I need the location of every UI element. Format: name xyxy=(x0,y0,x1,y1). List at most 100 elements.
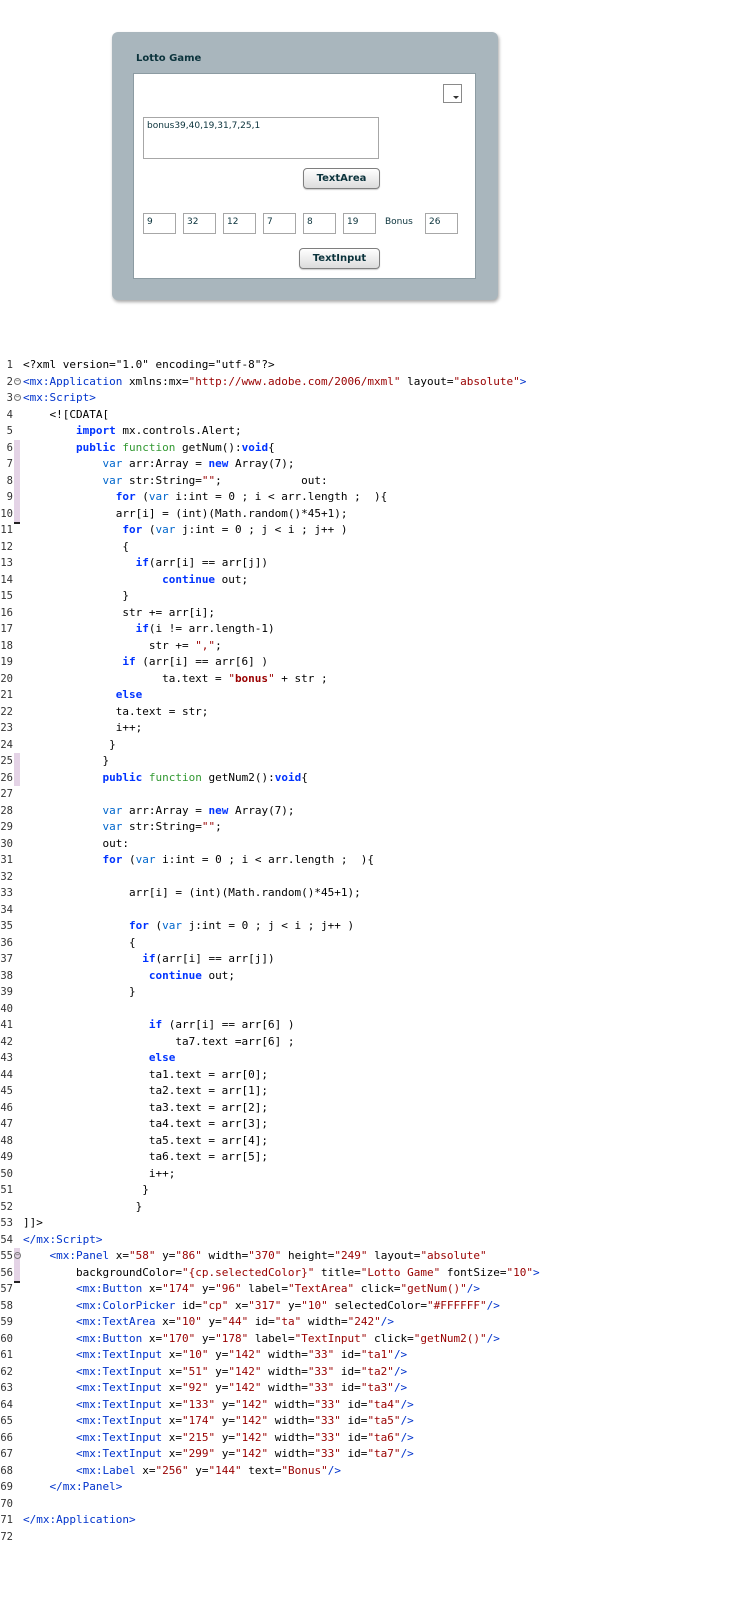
code-text: } xyxy=(23,589,129,602)
line-number: 33 xyxy=(0,887,13,899)
line-number: 42 xyxy=(0,1035,13,1048)
code-text: i++; xyxy=(23,721,143,734)
line-number: 16 xyxy=(0,606,13,619)
code-line: 8 var str:String=""; out: xyxy=(0,472,750,489)
code-line: 32 xyxy=(0,869,750,886)
gutter-marker xyxy=(14,1199,20,1216)
number-input-4[interactable]: 7 xyxy=(263,213,296,234)
code-line: 35 for (var j:int = 0 ; j < i ; j++ ) xyxy=(0,918,750,935)
line-number: 39 xyxy=(0,986,13,998)
gutter-marker xyxy=(14,588,20,605)
code-text: arr[i] = (int)(Math.random()*45+1); xyxy=(23,886,361,899)
gutter-marker xyxy=(14,572,20,589)
line-number: 59 xyxy=(0,1316,13,1328)
gutter-marker xyxy=(14,1446,20,1463)
code-line: 55− <mx:Panel x="58" y="86" width="370" … xyxy=(0,1248,750,1265)
gutter-marker xyxy=(14,1182,20,1199)
line-number: 36 xyxy=(0,936,13,949)
number-input-3[interactable]: 12 xyxy=(223,213,256,234)
gutter-marker xyxy=(14,704,20,721)
code-line: 63 <mx:TextInput x="92" y="142" width="3… xyxy=(0,1380,750,1397)
code-text: </mx:Script> xyxy=(23,1232,103,1246)
number-input-5[interactable]: 8 xyxy=(303,213,336,234)
code-text: continue out; xyxy=(148,968,235,982)
number-input-1[interactable]: 9 xyxy=(143,213,176,234)
gutter-marker xyxy=(14,918,20,935)
gutter-marker xyxy=(14,1083,20,1100)
code-line: 16 str += arr[i]; xyxy=(0,605,750,622)
textinput-button[interactable]: TextInput xyxy=(299,248,380,269)
code-text: <mx:TextInput x="51" y="142" width="33" … xyxy=(75,1364,408,1378)
gutter-marker xyxy=(14,869,20,886)
bonus-label: Bonus xyxy=(385,217,413,227)
code-line: 21 else xyxy=(0,687,750,704)
result-textarea[interactable]: bonus39,40,19,31,7,25,1 xyxy=(143,117,379,159)
gutter-marker xyxy=(14,1479,20,1496)
code-line: 20 ta.text = "bonus" + str ; xyxy=(0,671,750,688)
gutter-marker xyxy=(14,1034,20,1051)
code-line: 14 continue out; xyxy=(0,572,750,589)
line-number: 18 xyxy=(0,639,13,652)
line-number: 30 xyxy=(0,837,13,850)
code-text: </mx:Panel> xyxy=(49,1480,123,1493)
gutter-marker xyxy=(14,803,20,820)
gutter-marker xyxy=(14,984,20,1001)
code-line: 52 } xyxy=(0,1199,750,1216)
code-line: 1 <?xml version="1.0" encoding="utf-8"?> xyxy=(0,357,750,374)
line-number: 14 xyxy=(0,573,13,586)
textarea-button[interactable]: TextArea xyxy=(303,168,380,189)
code-line: 31 for (var i:int = 0 ; i < arr.length ;… xyxy=(0,852,750,869)
code-text: var arr:Array = new Array(7); xyxy=(102,803,295,817)
fold-toggle-icon[interactable]: − xyxy=(14,394,21,401)
code-text: continue out; xyxy=(162,572,249,586)
code-text: i++; xyxy=(23,1166,176,1180)
code-line: 28 var arr:Array = new Array(7); xyxy=(0,803,750,820)
code-text: out: xyxy=(23,836,129,850)
code-line: 46 ta3.text = arr[2]; xyxy=(0,1100,750,1117)
color-picker[interactable] xyxy=(443,84,462,103)
code-line: 23 i++; xyxy=(0,720,750,737)
line-number: 40 xyxy=(0,1002,13,1015)
line-number: 27 xyxy=(0,788,13,800)
number-input-6[interactable]: 19 xyxy=(343,213,376,234)
number-input-2[interactable]: 32 xyxy=(183,213,216,234)
code-text: else xyxy=(115,688,143,701)
gutter-marker xyxy=(14,1430,20,1447)
code-line: 53]]> xyxy=(0,1215,750,1232)
fold-toggle-icon[interactable]: − xyxy=(14,377,21,385)
line-number: 47 xyxy=(0,1118,13,1130)
code-line: 60 <mx:Button x="170" y="178" label="Tex… xyxy=(0,1331,750,1348)
fold-toggle-icon[interactable]: − xyxy=(14,1252,21,1259)
gutter-marker xyxy=(14,1050,20,1067)
chevron-down-icon xyxy=(453,96,459,99)
gutter-marker xyxy=(14,1133,20,1150)
gutter-marker xyxy=(14,423,20,440)
line-number: 10 xyxy=(0,507,13,520)
line-number: 57 xyxy=(0,1283,13,1295)
code-text: <mx:TextInput x="299" y="142" width="33"… xyxy=(75,1447,414,1460)
code-text: for (var i:int = 0 ; i < arr.length ; ){ xyxy=(102,853,375,866)
line-number: 28 xyxy=(0,804,13,817)
line-number: 43 xyxy=(0,1052,13,1064)
line-number: 25 xyxy=(0,755,13,767)
line-number: 68 xyxy=(0,1464,13,1477)
line-number: 3 xyxy=(6,392,13,404)
code-text: <mx:TextInput x="174" y="142" width="33"… xyxy=(75,1414,414,1427)
code-line: 69 </mx:Panel> xyxy=(0,1479,750,1496)
code-line: 37 if(arr[i] == arr[j]) xyxy=(0,951,750,968)
code-line: 43 else xyxy=(0,1050,750,1067)
gutter-marker xyxy=(14,439,20,456)
gutter-marker xyxy=(14,1463,20,1480)
code-text: else xyxy=(148,1051,176,1064)
line-number: 51 xyxy=(0,1184,13,1196)
code-text: <mx:TextInput x="215" y="142" width="33"… xyxy=(75,1430,414,1444)
code-line: 48 ta5.text = arr[4]; xyxy=(0,1133,750,1150)
line-number: 63 xyxy=(0,1382,13,1394)
gutter-marker xyxy=(14,819,20,836)
code-line: 58 <mx:ColorPicker id="cp" x="317" y="10… xyxy=(0,1298,750,1315)
code-text: <![CDATA[ xyxy=(23,407,110,421)
gutter-marker xyxy=(14,687,20,704)
line-number: 7 xyxy=(6,458,13,470)
bonus-input[interactable]: 26 xyxy=(425,213,458,234)
code-text: if(arr[i] == arr[j]) xyxy=(135,556,269,569)
